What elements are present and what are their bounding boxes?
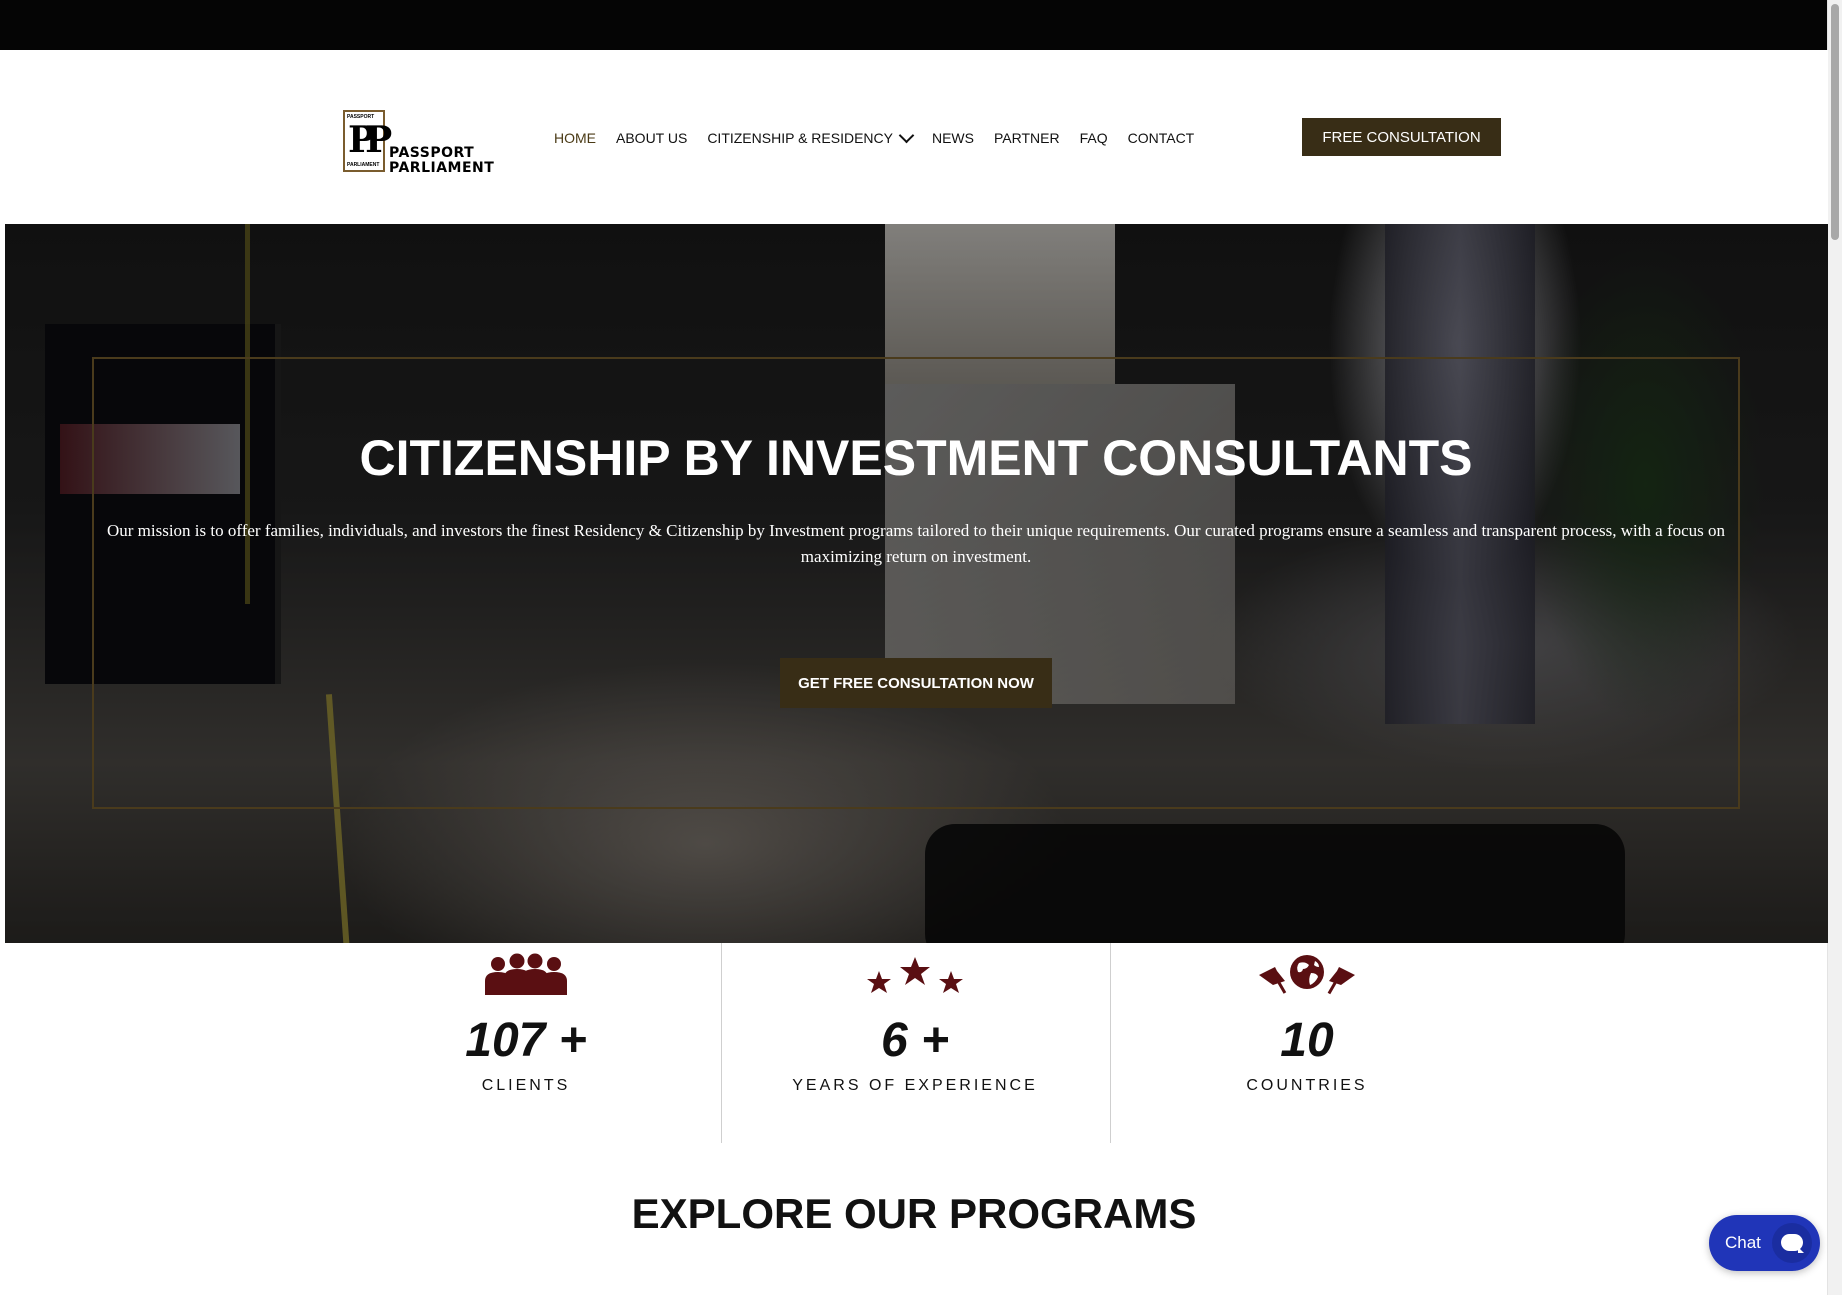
chevron-down-icon — [898, 127, 915, 144]
stat-clients-value: 107 + — [465, 1014, 587, 1067]
three-stars-icon — [720, 943, 1110, 995]
page-scrollbar[interactable] — [1827, 0, 1842, 1295]
stat-years-value: 6 + — [880, 1014, 950, 1067]
nav-item-partner[interactable]: PARTNER — [994, 130, 1060, 146]
hero-description: Our mission is to offer families, indivi… — [106, 521, 1726, 566]
logo-mark: PASSPORT PP PARLIAMENT — [343, 110, 392, 172]
stat-years: 6 + YEARS OF EXPERIENCE — [720, 943, 1110, 1095]
top-bar — [0, 0, 1842, 50]
nav-item-about-us[interactable]: ABOUT US — [616, 130, 687, 146]
logo-mark-letters: PP — [348, 119, 392, 161]
stats-section: 107 + CLIENTS 6 + YEARS OF EXPERIENCE 10… — [0, 943, 1828, 1143]
hero-title: CITIZENSHIP BY INVESTMENT CONSULTANTS — [359, 430, 1473, 486]
programs-title: EXPLORE OUR PROGRAMS — [631, 1190, 1197, 1237]
stat-clients: 107 + CLIENTS — [331, 943, 721, 1095]
stat-years-label: YEARS OF EXPERIENCE — [792, 1077, 1038, 1094]
site-header: PASSPORT PP PARLIAMENT PASSPORT PARLIAME… — [0, 50, 1828, 224]
stat-clients-label: CLIENTS — [481, 1077, 571, 1094]
nav-item-home[interactable]: HOME — [554, 130, 596, 146]
stat-countries-value: 10 — [1280, 1014, 1334, 1067]
logo-wordmark-line-1: PASSPORT — [389, 145, 475, 161]
nav-item-news[interactable]: NEWS — [932, 130, 974, 146]
globe-flags-icon — [1112, 943, 1502, 995]
chat-widget-button[interactable]: Chat — [1709, 1215, 1820, 1271]
free-consultation-button[interactable]: FREE CONSULTATION — [1302, 118, 1501, 156]
nav-item-contact[interactable]: CONTACT — [1128, 130, 1195, 146]
nav-item-citizenship-residency[interactable]: CITIZENSHIP & RESIDENCY — [707, 127, 915, 146]
site-logo[interactable]: PASSPORT PP PARLIAMENT PASSPORT PARLIAME… — [343, 110, 495, 176]
get-free-consultation-button[interactable]: GET FREE CONSULTATION NOW — [780, 658, 1052, 708]
main-nav: HOME ABOUT US CITIZENSHIP & RESIDENCY NE… — [554, 127, 1214, 148]
logo-mark-bottom-text: PARLIAMENT — [347, 162, 380, 168]
stat-countries-label: COUNTRIES — [1246, 1077, 1368, 1094]
nav-item-faq[interactable]: FAQ — [1080, 130, 1108, 146]
people-group-icon — [331, 943, 721, 995]
scrollbar-thumb[interactable] — [1831, 4, 1839, 240]
logo-wordmark-line-2: PARLIAMENT — [389, 160, 495, 176]
nav-item-citizenship-residency-label: CITIZENSHIP & RESIDENCY — [707, 130, 893, 146]
hero-frame — [92, 357, 1740, 809]
chat-label: Chat — [1725, 1233, 1761, 1252]
chat-bubble-icon — [1772, 1223, 1812, 1263]
logo-wordmark: PASSPORT PARLIAMENT — [389, 146, 494, 176]
stat-countries: 10 COUNTRIES — [1112, 943, 1502, 1095]
